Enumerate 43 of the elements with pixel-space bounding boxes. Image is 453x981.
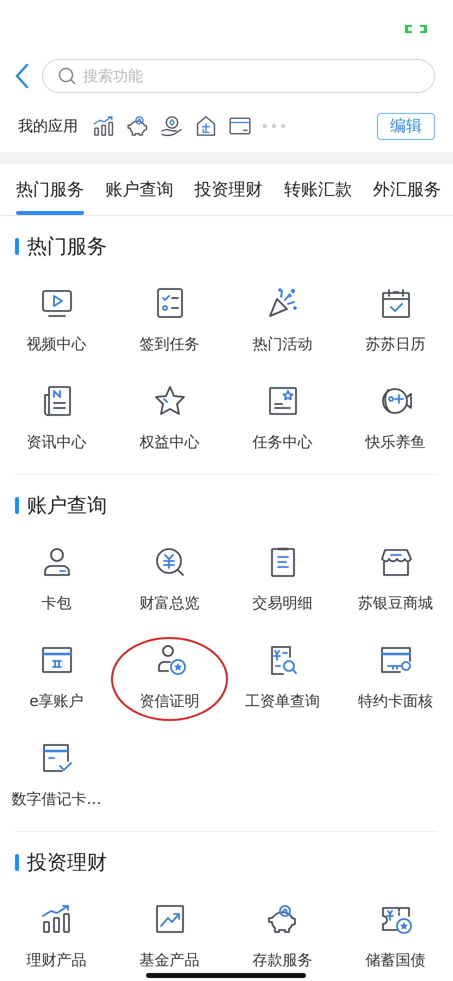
section-marker xyxy=(15,238,19,254)
tab[interactable]: 账户查询 xyxy=(105,164,174,215)
service-label[interactable]: 工资单查询 xyxy=(245,691,320,711)
piggy-bank-icon[interactable] xyxy=(126,114,150,138)
service-label[interactable]: 存款服务 xyxy=(252,950,312,970)
status-icon xyxy=(405,24,427,34)
service-label[interactable]: 签到任务 xyxy=(140,334,200,354)
section-title: 投资理财 xyxy=(27,848,107,876)
edit-button[interactable]: 编辑 xyxy=(377,112,435,140)
service-label[interactable]: 任务中心 xyxy=(252,432,312,452)
tab[interactable]: 外汇服务 xyxy=(373,164,441,215)
chart-icon[interactable] xyxy=(92,114,116,138)
search-field[interactable]: 搜索功能 xyxy=(42,59,435,93)
tab[interactable]: 转账汇款 xyxy=(284,164,352,215)
star-icon[interactable] xyxy=(152,384,186,418)
hand-coin-icon[interactable] xyxy=(160,114,184,138)
service-label[interactable]: 权益中心 xyxy=(140,432,200,452)
service-label[interactable]: 理财产品 xyxy=(26,950,86,970)
service-label[interactable]: 苏银豆商城 xyxy=(358,593,433,613)
service-label[interactable]: 数字借记卡… xyxy=(12,789,102,809)
service-label[interactable]: 快乐养鱼 xyxy=(366,432,426,452)
service-label[interactable]: 苏苏日历 xyxy=(366,334,426,354)
service-label[interactable]: 特约卡面核 xyxy=(358,691,433,711)
back-icon[interactable] xyxy=(14,63,30,89)
service-label[interactable]: 资讯中心 xyxy=(26,432,86,452)
service-label[interactable]: 基金产品 xyxy=(140,950,200,970)
section-title: 账户查询 xyxy=(27,492,107,518)
service-label[interactable]: 视频中心 xyxy=(26,334,86,354)
tab[interactable]: 热门服务 xyxy=(16,164,84,215)
section-marker xyxy=(15,854,19,870)
service-label[interactable]: 资信证明 xyxy=(140,691,200,711)
service-label[interactable]: 储蓄国债 xyxy=(366,950,426,970)
service-label[interactable]: e享账户 xyxy=(29,691,84,711)
service-label[interactable]: 卡包 xyxy=(42,593,72,613)
service-label[interactable]: 财富总览 xyxy=(140,593,200,613)
section-label: 我的应用 xyxy=(18,116,78,136)
section-title: 热门服务 xyxy=(27,232,107,260)
service-label[interactable]: 交易明细 xyxy=(252,593,312,613)
house-icon[interactable] xyxy=(194,114,218,138)
section-marker xyxy=(15,496,19,514)
tab[interactable]: 投资理财 xyxy=(194,164,262,215)
search-icon xyxy=(58,67,76,85)
service-label[interactable]: 热门活动 xyxy=(252,334,312,354)
